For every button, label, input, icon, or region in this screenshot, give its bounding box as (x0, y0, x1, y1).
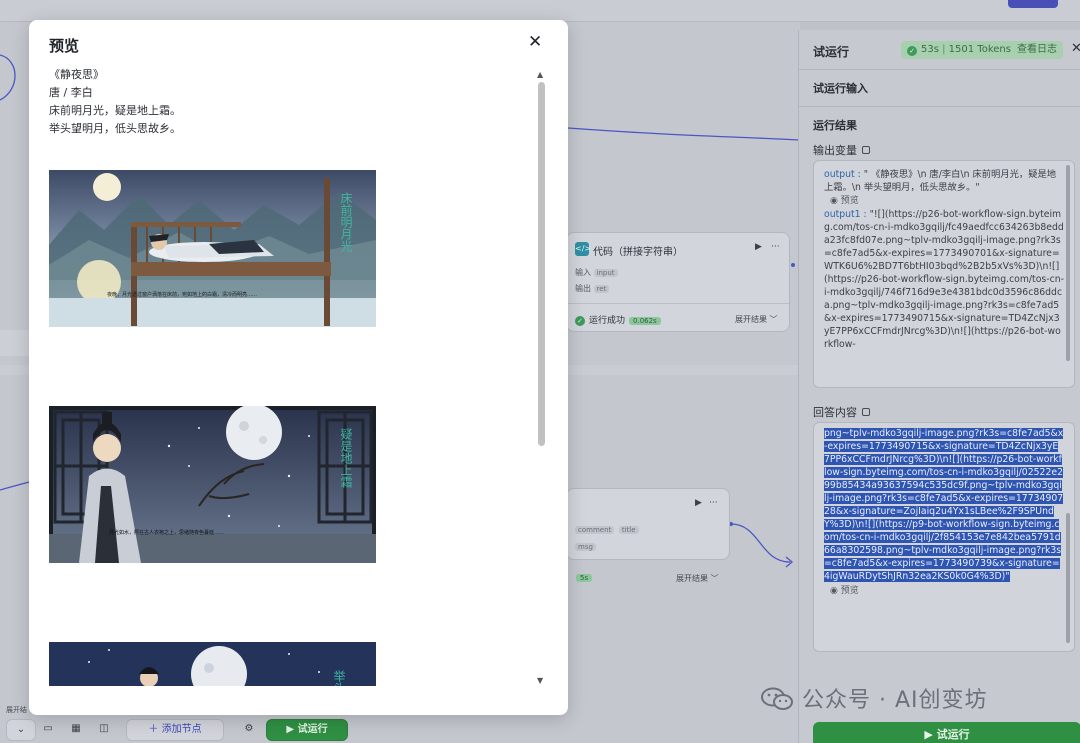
scrollbar-thumb[interactable] (538, 82, 545, 446)
collapse-label[interactable]: 展开结 (6, 705, 27, 715)
generated-image-3[interactable]: 举头 (49, 642, 376, 686)
image-vertical-text: 床前明月光 (339, 192, 353, 252)
answer-preview-button[interactable]: ◉ 预览 (830, 586, 859, 596)
minimap-icon[interactable]: ◫ (92, 719, 116, 741)
test-input-section[interactable]: 试运行输入 (813, 80, 868, 96)
more-icon[interactable]: ··· (771, 242, 780, 252)
output-vars-box: output : " 《静夜思》\n 唐/李白\n 床前明月光，疑是地上霜。\n… (813, 160, 1075, 388)
publish-button[interactable] (1008, 0, 1058, 8)
node-status: ✓ 运行成功 0.062s (575, 313, 661, 326)
output-chip: ret (593, 285, 610, 293)
panel-title: 试运行 (813, 45, 850, 59)
input-chip: input (593, 269, 618, 277)
more-icon[interactable]: ··· (709, 498, 718, 508)
modal-scrollbar[interactable]: ▲ ▼ (537, 70, 547, 690)
node-input-row: 输入 input (575, 267, 620, 278)
result-section-title: 运行结果 (813, 119, 857, 132)
output-scrollbar[interactable] (1066, 165, 1070, 361)
answer-content-box[interactable]: png~tplv-mdko3gqilj-image.png?rk3s=c8fe7… (813, 422, 1075, 652)
close-icon[interactable]: ✕ (528, 32, 542, 52)
output-preview-button[interactable]: ◉ 预览 (824, 194, 1064, 208)
poem-line-1: 床前明月光，疑是地上霜。 (49, 104, 181, 117)
test-run-button[interactable]: ▶ 试运行 (813, 722, 1080, 743)
run-summary-badge: ✓ 53s | 1501 Tokens 查看日志 (901, 41, 1063, 59)
image-scholar-moon: 疑是地上霜 月光如水，照在古人衣袍之上，思绪随夜色蔓延…… (49, 406, 376, 563)
comment-icon[interactable]: ▭ (38, 719, 58, 741)
panel-header: 试运行 ✓ 53s | 1501 Tokens 查看日志 ✕ (799, 30, 1080, 70)
image-caption: 月光如水，照在古人衣袍之上，思绪随夜色蔓延…… (109, 529, 224, 536)
copy-icon[interactable] (862, 408, 870, 416)
close-icon[interactable]: ✕ (1071, 41, 1080, 56)
layout-icon[interactable]: ▦ (64, 719, 88, 741)
check-icon: ✓ (575, 316, 585, 326)
scroll-down-icon[interactable]: ▼ (537, 676, 543, 685)
image-caption: 夜晚，月光透过窗户洒落在床前，宛如地上的白霜，清冷而明亮…… (107, 291, 257, 298)
node-input-row: comment title (575, 525, 641, 534)
scroll-up-icon[interactable]: ▲ (537, 70, 543, 79)
node-title: 代码（拼接字符串） (593, 247, 683, 258)
check-icon: ✓ (907, 46, 917, 56)
image-vertical-text: 举头 (332, 670, 346, 686)
expand-result-button[interactable]: 展开结果 ﹀ (735, 314, 778, 325)
answer-scrollbar[interactable] (1066, 513, 1070, 643)
message-node[interactable]: ▶ ··· comment title msg (566, 488, 730, 560)
output-vars-label: 输出变量 (813, 142, 870, 158)
watermark: 公众号 · AI创变坊 (760, 682, 988, 714)
image-vertical-text: 疑是地上霜 (339, 427, 353, 489)
output1-var-entry: output1 : "![](https://p26-bot-workflow-… (824, 209, 1064, 350)
debug-icon[interactable]: ⚙ (238, 719, 260, 741)
top-toolbar (0, 0, 1080, 22)
run-node-icon[interactable]: ▶ (695, 498, 702, 508)
copy-icon[interactable] (862, 146, 870, 154)
modal-title: 预览 (49, 37, 80, 55)
view-log-link[interactable]: 查看日志 (1017, 44, 1057, 55)
poem-text: 《静夜思》 唐 / 李白 床前明月光，疑是地上霜。 举头望明月，低头思故乡。 (49, 66, 539, 138)
node-output-row: msg (575, 542, 598, 551)
code-node[interactable]: </> 代码（拼接字符串） ▶ ··· 输入 input 输出 ret ✓ 运行成… (566, 232, 790, 332)
run-node-icon[interactable]: ▶ (755, 242, 762, 252)
poem-line-2: 举头望明月，低头思故乡。 (49, 122, 181, 135)
generated-image-1[interactable]: 床前明月光 夜晚，月光透过窗户洒落在床前，宛如地上的白霜，清冷而明亮…… (49, 170, 376, 327)
image-looking-at-moon: 举头 (49, 642, 376, 686)
canvas-toolbar: ⌄ ▭ ▦ ◫ ＋ 添加节点 ⚙ ▶ 试运行 (0, 715, 800, 743)
expand-result-button[interactable]: 展开结果 ﹀ (676, 573, 719, 584)
test-run-panel: 试运行 ✓ 53s | 1501 Tokens 查看日志 ✕ 试运行输入 运行结果 … (798, 30, 1080, 743)
selected-answer-text: png~tplv-mdko3gqilj-image.png?rk3s=c8fe7… (824, 428, 1064, 582)
generated-image-2[interactable]: 疑是地上霜 月光如水，照在古人衣袍之上，思绪随夜色蔓延…… (49, 406, 376, 563)
zoom-dropdown[interactable]: ⌄ (6, 719, 36, 741)
canvas-test-run-button[interactable]: ▶ 试运行 (266, 719, 348, 741)
poem-author: 唐 / 李白 (49, 86, 93, 99)
output-var-entry: output : " 《静夜思》\n 唐/李白\n 床前明月光，疑是地上霜。\n… (824, 169, 1057, 193)
preview-modal: 预览 ✕ 《静夜思》 唐 / 李白 床前明月光，疑是地上霜。 举头望明月，低头思… (29, 20, 568, 715)
image-moonlit-bed: 床前明月光 夜晚，月光透过窗户洒落在床前，宛如地上的白霜，清冷而明亮…… (49, 170, 376, 327)
node-status: 5s (572, 573, 593, 583)
wechat-logo-icon (761, 687, 793, 710)
answer-label: 回答内容 (813, 404, 870, 420)
code-icon: </> (575, 242, 591, 256)
node-output-row: 输出 ret (575, 283, 611, 294)
preview-content: 《静夜思》 唐 / 李白 床前明月光，疑是地上霜。 举头望明月，低头思故乡。 床… (49, 66, 539, 686)
add-node-button[interactable]: ＋ 添加节点 (126, 719, 224, 741)
poem-title: 《静夜思》 (49, 68, 104, 81)
